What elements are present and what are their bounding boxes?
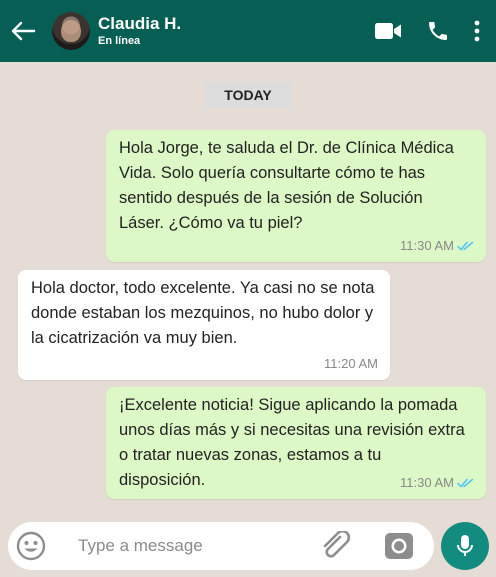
message-time: 11:30 AM <box>400 475 454 490</box>
back-arrow-icon <box>11 21 36 41</box>
message-time: 11:30 AM <box>400 238 454 253</box>
read-ticks-icon <box>457 241 474 251</box>
contact-avatar[interactable] <box>52 12 90 50</box>
back-button[interactable] <box>0 0 46 62</box>
message-meta: 11:30 AM <box>400 233 474 258</box>
composer-bar <box>0 518 496 577</box>
more-options-button[interactable] <box>462 0 492 62</box>
contact-name: Claudia H. <box>98 14 182 33</box>
chat-header: Claudia H. En línea <box>0 0 496 62</box>
camera-button[interactable] <box>384 532 414 560</box>
camera-icon <box>385 533 413 559</box>
message-bubble-outgoing[interactable]: Hola Jorge, te saluda el Dr. de Clínica … <box>106 130 486 262</box>
read-ticks-icon <box>457 478 474 488</box>
message-bubble-outgoing[interactable]: ¡Excelente noticia! Sigue aplicando la p… <box>106 387 486 499</box>
message-meta: 11:20 AM <box>324 351 378 376</box>
message-input-container <box>8 522 434 570</box>
video-call-button[interactable] <box>362 0 414 62</box>
phone-icon <box>429 22 447 40</box>
message-meta: 11:30 AM <box>400 470 474 495</box>
chat-area[interactable]: TODAY Hola Jorge, te saluda el Dr. de Cl… <box>0 62 496 518</box>
voice-message-button[interactable] <box>441 522 489 570</box>
header-actions <box>362 0 496 62</box>
more-vertical-icon <box>474 20 480 42</box>
message-text: Hola doctor, todo excelente. Ya casi no … <box>31 279 375 347</box>
emoji-icon <box>16 531 46 561</box>
voice-call-button[interactable] <box>414 0 462 62</box>
attach-button[interactable] <box>320 529 352 561</box>
attach-icon <box>323 529 351 558</box>
day-separator: TODAY <box>204 82 292 108</box>
contact-status: En línea <box>98 35 141 47</box>
message-input[interactable] <box>78 532 298 560</box>
contact-info[interactable]: Claudia H. En línea <box>98 14 181 48</box>
mic-icon <box>457 535 473 556</box>
message-time: 11:20 AM <box>324 356 378 371</box>
video-call-icon <box>375 23 401 39</box>
message-text: Hola Jorge, te saluda el Dr. de Clínica … <box>119 139 454 232</box>
emoji-button[interactable] <box>16 531 46 561</box>
message-bubble-incoming[interactable]: Hola doctor, todo excelente. Ya casi no … <box>18 270 390 380</box>
